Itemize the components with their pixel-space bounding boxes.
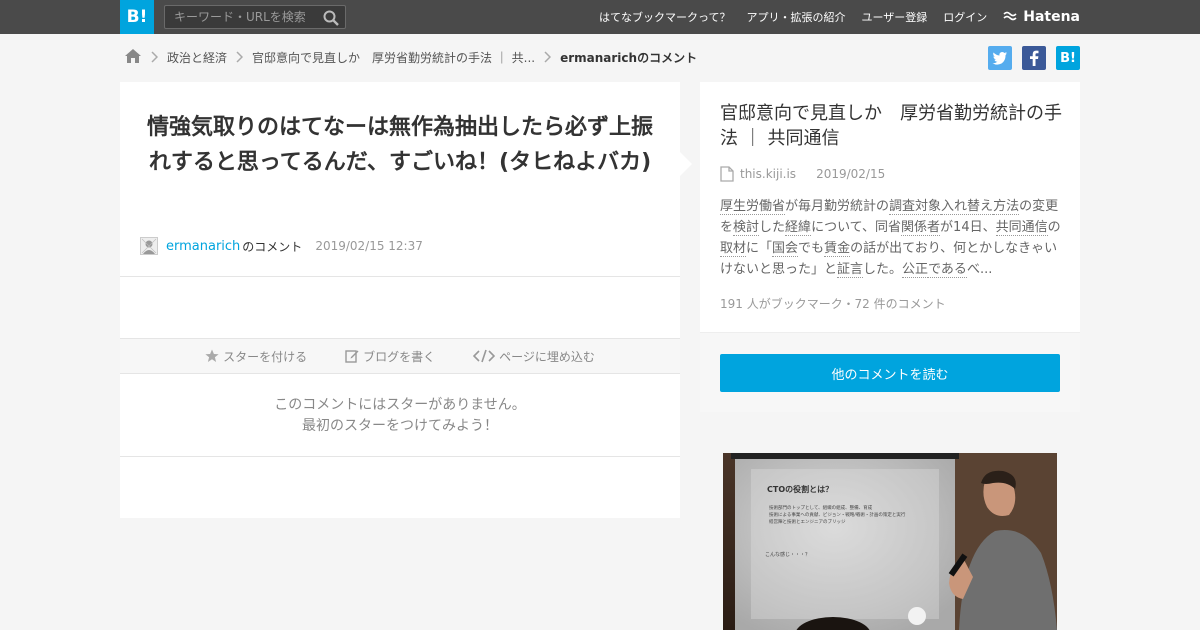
read-other-comments-button[interactable]: 他のコメントを読む: [720, 354, 1060, 392]
slide-bullet: 技術部門のトップとして、組織の組成、整備、育成: [769, 506, 873, 511]
no-star-message: このコメントにはスターがありません。 最初のスターをつけてみよう！: [120, 395, 680, 437]
star-icon: [205, 349, 219, 362]
related-photo[interactable]: CTOの役割とは？ 技術部門のトップとして、組織の組成、整備、育成 技術による事…: [723, 453, 1057, 630]
twitter-bird-icon: [992, 51, 1007, 65]
summary-keyword-link[interactable]: 証言: [837, 262, 864, 278]
summary-text: について、同省: [811, 220, 902, 235]
summary-keyword-link[interactable]: 賃金: [824, 241, 851, 257]
search-icon[interactable]: [323, 10, 339, 26]
entry-domain-link[interactable]: this.kiji.is: [740, 167, 796, 181]
summary-keyword-link[interactable]: 共同通信: [995, 220, 1048, 236]
comment-user-suffix: のコメント: [242, 239, 303, 254]
comment-meta: ermanarich のコメント 2019/02/15 12:37: [140, 237, 423, 255]
summary-text: した: [759, 220, 786, 235]
divider: [120, 456, 680, 457]
nav-register[interactable]: ユーザー登録: [861, 9, 927, 25]
entry-card: 官邸意向で見直しか 厚労省勤労統計の手法 ｜ 共同通信 this.kiji.is…: [700, 82, 1080, 412]
breadcrumb: 政治と経済 官邸意向で見直しか 厚労省勤労統計の手法 ｜ 共... ermana…: [124, 46, 697, 68]
summary-keyword-link[interactable]: 方法: [993, 199, 1020, 215]
summary-text: に「: [746, 241, 773, 256]
no-star-line-2: 最初のスターをつけてみよう！: [302, 418, 498, 434]
summary-keyword-link[interactable]: 取材: [720, 241, 747, 257]
chevron-right-icon: [151, 51, 158, 63]
hatena-brand-text: Hatena: [1023, 9, 1080, 25]
breadcrumb-entry[interactable]: 官邸意向で見直しか 厚労省勤労統計の手法 ｜ 共...: [252, 49, 535, 66]
chevron-right-icon: [236, 51, 244, 63]
hatena-brand-link[interactable]: Hatena: [1003, 9, 1080, 25]
facebook-f-icon: [1030, 50, 1039, 66]
search-input[interactable]: [165, 6, 315, 28]
write-blog-button[interactable]: ブログを書く: [345, 348, 435, 365]
card-pointer: [680, 152, 692, 176]
add-star-button[interactable]: スターを付ける: [205, 348, 307, 365]
entry-summary: 厚生労働省が毎月勤労統計の調査対象入れ替え方法の変更を検討した経緯について、同省…: [720, 196, 1062, 280]
summary-keyword-link[interactable]: 厚生労働省: [720, 199, 786, 215]
comment-timestamp[interactable]: 2019/02/15 12:37: [315, 239, 423, 253]
comment-text: 情強気取りのはてなーは無作為抽出したら必ず上振れすると思ってるんだ、すごいね！(…: [146, 115, 653, 175]
comment-username-link[interactable]: ermanarich: [166, 239, 240, 254]
summary-text: べ...: [966, 262, 993, 277]
global-header: B! はてなブックマークって？ アプリ・拡張の紹介 ユーザー登録 ログイン Ha…: [0, 0, 1200, 34]
breadcrumb-current: ermanarichのコメント: [560, 50, 698, 65]
document-icon: [720, 166, 734, 182]
divider: [120, 276, 680, 277]
entry-footer: 他のコメントを読む: [700, 332, 1080, 412]
nav-apps[interactable]: アプリ・拡張の紹介: [746, 9, 845, 25]
slide-title: CTOの役割とは？: [767, 485, 834, 494]
header-nav: はてなブックマークって？ アプリ・拡張の紹介 ユーザー登録 ログイン Haten…: [583, 0, 1080, 34]
edit-icon: [345, 350, 359, 363]
hatena-mark-icon: [1003, 11, 1017, 21]
summary-keyword-link[interactable]: である: [928, 262, 967, 278]
write-blog-label: ブログを書く: [363, 349, 436, 364]
entry-title-link[interactable]: 官邸意向で見直しか 厚労省勤労統計の手法 ｜ 共同通信: [720, 101, 1065, 151]
summary-keyword-link[interactable]: 入れ替え: [941, 199, 994, 215]
embed-button[interactable]: ページに埋め込む: [473, 348, 595, 365]
entry-date: 2019/02/15: [816, 167, 886, 181]
home-icon[interactable]: [124, 48, 142, 67]
slide-bullet: 経営陣と技術とエンジニアのブリッジ: [769, 520, 846, 525]
search-box: [164, 5, 346, 29]
hatena-bookmark-share-button[interactable]: B!: [1056, 46, 1080, 70]
summary-text: が毎月勤労統計の: [785, 199, 890, 214]
chevron-right-icon: [544, 51, 552, 63]
summary-text: でも: [798, 241, 825, 256]
facebook-share-button[interactable]: [1022, 46, 1046, 70]
nav-login[interactable]: ログイン: [943, 9, 987, 25]
slide-bullet: 技術による事業への貢献、ビジョン・戦略/戦術・計画の策定と実行: [769, 513, 906, 518]
summary-keyword-link[interactable]: 調査対象: [889, 199, 942, 215]
summary-keyword-link[interactable]: 検討: [733, 220, 760, 236]
summary-keyword-link[interactable]: 関係者: [901, 220, 941, 236]
hatena-bookmark-logo[interactable]: B!: [120, 0, 154, 34]
summary-text: が14日、: [940, 220, 996, 235]
summary-text: の: [1047, 220, 1061, 235]
no-star-line-1: このコメントにはスターがありません。: [274, 397, 526, 413]
entry-meta: this.kiji.is 2019/02/15: [720, 166, 885, 182]
comment-card: 情強気取りのはてなーは無作為抽出したら必ず上振れすると思ってるんだ、すごいね！(…: [120, 82, 692, 518]
add-star-label: スターを付ける: [223, 349, 308, 364]
summary-keyword-link[interactable]: 国会: [772, 241, 799, 257]
share-buttons: B!: [978, 46, 1080, 70]
summary-keyword-link[interactable]: 公正: [902, 262, 929, 278]
slide-footer: こんな感じ・・・？: [765, 552, 811, 558]
comment-actions-bar: スターを付ける ブログを書く ページに埋め込む: [120, 338, 680, 374]
summary-keyword-link[interactable]: 経緯: [785, 220, 812, 236]
embed-label: ページに埋め込む: [499, 349, 595, 364]
code-icon: [473, 349, 496, 363]
twitter-share-button[interactable]: [988, 46, 1012, 70]
summary-text: した。: [863, 262, 903, 277]
avatar[interactable]: [140, 237, 158, 255]
bookmark-counts[interactable]: 191 人がブックマーク・72 件のコメント: [720, 295, 946, 312]
breadcrumb-category[interactable]: 政治と経済: [167, 49, 227, 66]
nav-about[interactable]: はてなブックマークって？: [599, 9, 730, 25]
